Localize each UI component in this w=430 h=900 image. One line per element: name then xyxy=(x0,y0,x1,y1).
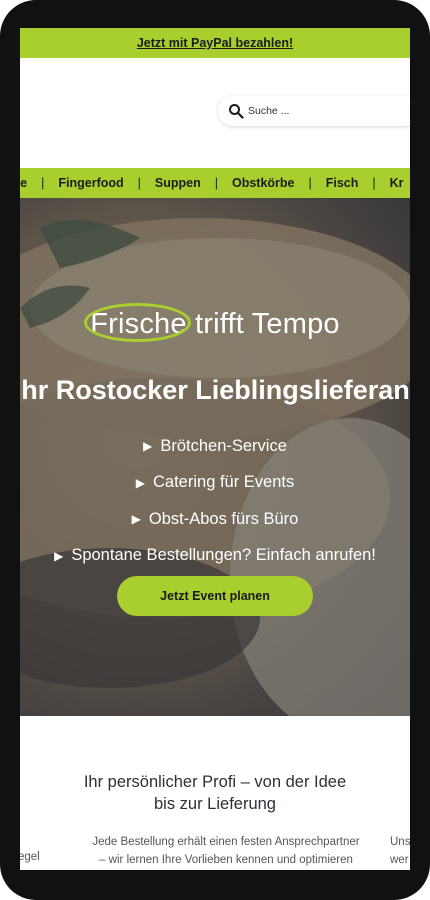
nav-separator: | xyxy=(214,176,218,190)
paypal-promo-link[interactable]: Jetzt mit PayPal bezahlen! xyxy=(20,28,410,58)
bullet-item: ▶ Obst-Abos fürs Büro xyxy=(20,501,410,538)
bullet-item: ▶ Catering für Events xyxy=(20,465,410,502)
play-arrow-icon: ▶ xyxy=(135,475,145,490)
hero-bullet-list: ▶ Brötchen-Service ▶ Catering für Events ▶… xyxy=(20,428,410,574)
bullet-item: ▶ Spontane Bestellungen? Einfach anrufen! xyxy=(20,538,410,575)
nav-item-partial-right[interactable]: Kr xyxy=(386,176,408,190)
category-nav: te | Fingerfood | Suppen | Obstkörbe | F… xyxy=(20,168,410,198)
intro-section: Ihr persönlicher Profi – von der Idee bi… xyxy=(20,716,410,870)
nav-separator: | xyxy=(137,176,141,190)
right-fragment-line: Uns xyxy=(390,836,410,848)
section-title-line: bis zur Lieferung xyxy=(154,795,276,813)
play-arrow-icon: ▶ xyxy=(131,512,141,527)
nav-item-obstkoerbe[interactable]: Obstkörbe xyxy=(228,176,299,190)
phone-frame: Jetzt mit PayPal bezahlen! Suche ... te … xyxy=(0,0,430,900)
hero-content: Frische trifft Tempo hr Rostocker Liebli… xyxy=(20,198,410,716)
nav-item-partial-left[interactable]: te xyxy=(20,176,31,190)
headline-rest: trifft Tempo xyxy=(194,308,340,340)
bullet-text: Catering für Events xyxy=(153,473,295,492)
hero-banner: Frische trifft Tempo hr Rostocker Liebli… xyxy=(20,198,410,716)
section-body-line: – wir lernen Ihre Vorlieben kennen und o… xyxy=(99,854,353,866)
search-icon xyxy=(229,104,244,119)
hero-headline: Frische trifft Tempo xyxy=(20,303,410,342)
bullet-text: Obst-Abos fürs Büro xyxy=(148,509,299,528)
play-arrow-icon: ▶ xyxy=(54,548,64,563)
bullet-text: Spontane Bestellungen? Einfach anrufen! xyxy=(71,546,376,565)
section-title: Ihr persönlicher Profi – von der Idee bi… xyxy=(80,771,350,815)
nav-item-fingerfood[interactable]: Fingerfood xyxy=(54,176,127,190)
highlight-circle xyxy=(84,303,191,342)
nav-item-fisch[interactable]: Fisch xyxy=(322,176,363,190)
hero-subline: hr Rostocker Lieblingslieferant xyxy=(21,375,410,405)
bullet-text: Brötchen-Service xyxy=(160,436,287,455)
section-body: Jede Bestellung erhält einen festen Ansp… xyxy=(76,833,376,869)
screen: Jetzt mit PayPal bezahlen! Suche ... te … xyxy=(20,28,410,870)
section-title-line: Ihr persönlicher Profi – von der Idee xyxy=(83,773,347,791)
nav-separator: | xyxy=(308,176,312,190)
nav-separator: | xyxy=(372,176,376,190)
left-column-fragment: egel xyxy=(20,851,40,863)
search-input[interactable]: Suche ... xyxy=(218,96,410,126)
right-column-fragment: Uns wer xyxy=(390,833,410,869)
nav-separator: | xyxy=(41,176,45,190)
plan-event-button[interactable]: Jetzt Event planen xyxy=(117,576,313,616)
play-arrow-icon: ▶ xyxy=(143,439,153,454)
nav-item-suppen[interactable]: Suppen xyxy=(151,176,205,190)
bullet-item: ▶ Brötchen-Service xyxy=(20,428,410,465)
search-placeholder: Suche ... xyxy=(248,105,290,117)
right-fragment-line: wer xyxy=(390,854,409,866)
section-body-line: Jede Bestellung erhält einen festen Ansp… xyxy=(92,836,360,848)
headline-highlight: Frische xyxy=(84,303,191,342)
